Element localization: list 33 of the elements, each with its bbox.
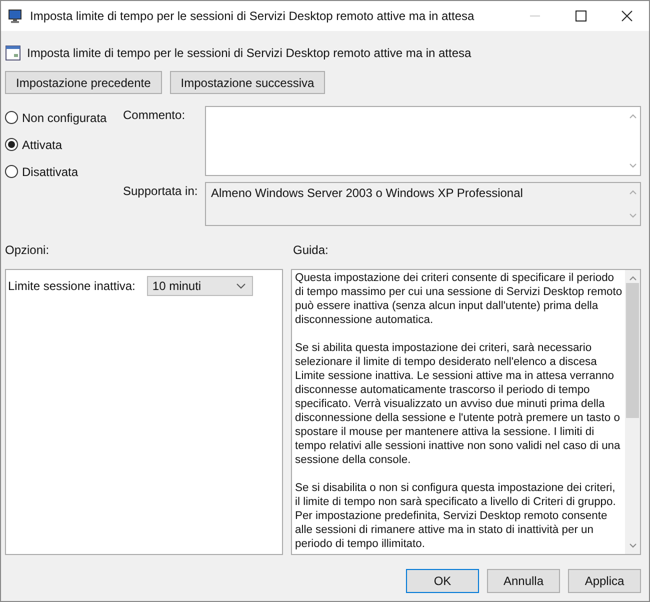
help-paragraph: Se si disabilita o non si configura questa impostazione dei criteri, il limite di tempo non sarà specificato a livello di Criteri di gruppo. Per impostazione predefinita, Servizi Desktop remoto consente alle sessioni di rimanere attive ma in stato di inattività per un periodo di tempo illimitato.: [295, 481, 617, 551]
dialog-button[interactable]: Applica: [568, 569, 641, 593]
help-paragraph: Questa impostazione dei criteri consente di specificare il periodo di tempo massimo per cui una sessione di Servizi Desktop remoto può essere inattiva (senza alcun input dall'utente) prima della disconnessione automatica.: [295, 271, 623, 327]
duration-dropdown[interactable]: 10 minuti: [147, 276, 254, 296]
option-label: Limite sessione inattiva:: [8, 279, 136, 293]
nav-button[interactable]: Impostazione successiva: [170, 71, 326, 94]
state-radio[interactable]: Disattivata: [5, 162, 123, 181]
scroll-thumb[interactable]: [626, 283, 639, 418]
monitor-icon: [8, 8, 24, 24]
dialog-button[interactable]: OK: [406, 569, 479, 593]
state-radio[interactable]: Attivata: [5, 135, 123, 154]
state-radio[interactable]: Non configurata: [5, 108, 123, 127]
dialog-button[interactable]: Annulla: [487, 569, 560, 593]
policy-title: Imposta limite di tempo per le sessioni di Servizi Desktop remoto attive ma in attesa: [27, 46, 472, 60]
chevron-down-icon: [236, 283, 246, 289]
supported-text: Almeno Windows Server 2003 o Windows XP Professional: [210, 185, 524, 202]
help-paragraph: Se si abilita questa impostazione dei criteri, sarà necessario selezionare il limite di tempo desiderato nell'elenco a discesa Limite sessione inattiva. Le sessioni attive ma in attesa verranno disconnesse automaticamente trascorso il periodo di tempo specificato. Verrà visualizzato un avviso due minuti prima della disconnessione della sessione e l'utente potrà premere un tasto o spostare il mouse per mantenere attiva la sessione. I limiti di tempo relativi alle sessioni inattive non sono validi nel caso di una sessione della console.: [295, 341, 622, 467]
close-icon[interactable]: [621, 10, 633, 22]
nav-button[interactable]: Impostazione precedente: [5, 71, 162, 94]
comment-label: Commento:: [123, 107, 186, 124]
scroll-up-icon[interactable]: [629, 114, 637, 119]
options-heading: Opzioni:: [5, 243, 50, 259]
scroll-up-icon[interactable]: [629, 190, 637, 195]
scroll-down-icon[interactable]: [629, 213, 637, 218]
maximize-icon[interactable]: [575, 10, 587, 22]
supported-label: Supportata in:: [123, 183, 199, 200]
settings-window-icon: [5, 45, 21, 61]
help-heading: Guida:: [293, 243, 328, 259]
scroll-down-icon[interactable]: [628, 543, 636, 548]
scroll-up-icon[interactable]: [628, 276, 636, 281]
scroll-down-icon[interactable]: [629, 163, 637, 168]
window-title: Imposta limite di tempo per le sessioni di Servizi Desktop remoto attive ma in attesa: [30, 9, 476, 23]
comment-field[interactable]: [205, 106, 641, 176]
